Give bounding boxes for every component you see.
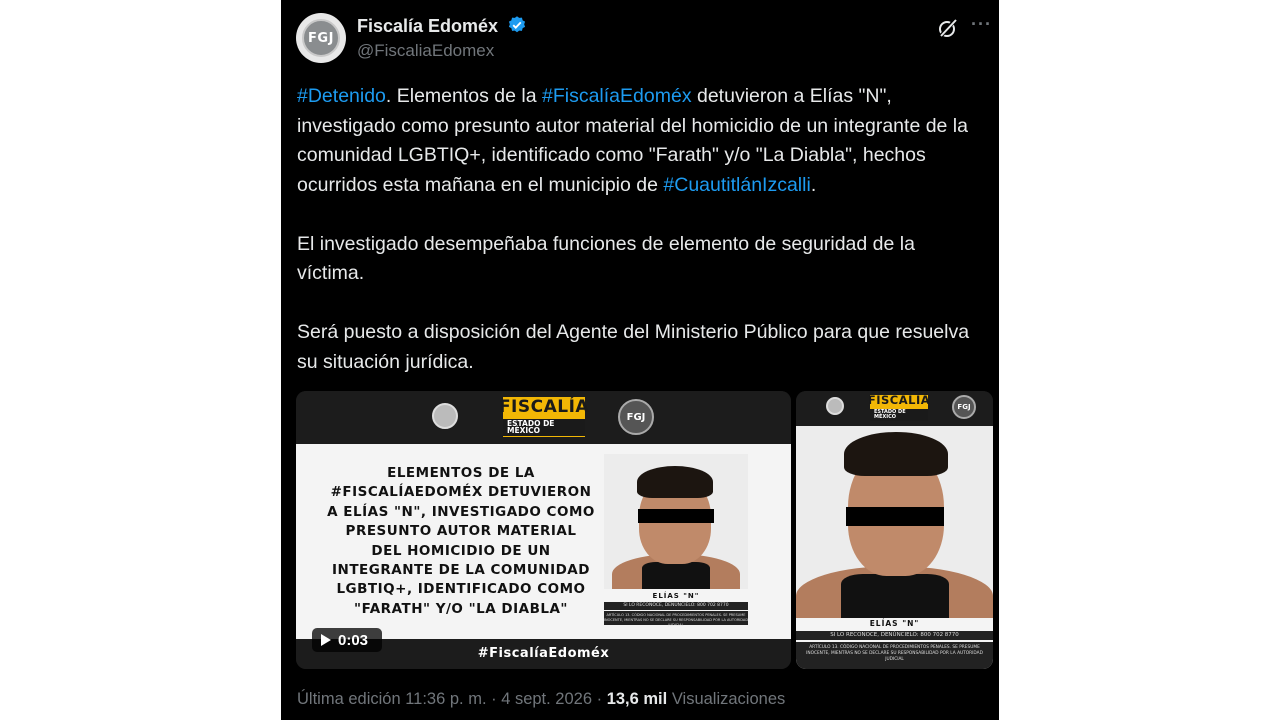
- headline-line: "FARATH" Y/O "LA DIABLA": [354, 600, 568, 617]
- avatar-logo: FGJ: [302, 19, 340, 57]
- video-play-button[interactable]: 0:03: [312, 628, 382, 652]
- headline-line: LGBTIQ+, IDENTIFICADO COMO: [336, 581, 586, 598]
- mugshot-photo: [796, 426, 993, 618]
- avatar[interactable]: FGJ: [296, 13, 346, 63]
- post-text-segment: . Elementos de la: [385, 85, 542, 107]
- play-icon[interactable]: [321, 634, 331, 646]
- brand-subtitle: ESTADO DE MÉXICO: [503, 418, 585, 436]
- media-header: FISCALÍA ESTADO DE MÉXICO FGJ: [796, 391, 993, 426]
- author-handle[interactable]: @FiscaliaEdomex: [357, 41, 494, 61]
- post-text: #Detenido. Elementos de la #FiscalíaEdom…: [297, 82, 987, 377]
- post-meta: Última edición 11:36 p. m. · 4 sept. 202…: [297, 690, 785, 709]
- headline-line: DEL HOMICIDIO DE UN: [371, 542, 551, 559]
- mugshot-photo: [604, 454, 748, 589]
- post-timestamp[interactable]: Última edición 11:36 p. m. · 4 sept. 202…: [297, 690, 607, 708]
- headline-line: #FISCALÍAEDOMÉX DETUVIERON: [330, 484, 592, 501]
- tweet-card[interactable]: FGJ Fiscalía Edoméx @FiscaliaEdomex ··· …: [281, 0, 999, 720]
- media-headline: ELEMENTOS DE LA #FISCALÍAEDOMÉX DETUVIER…: [316, 464, 606, 619]
- mugshot-legal: ARTÍCULO 13. CÓDIGO NACIONAL DE PROCEDIM…: [796, 642, 993, 669]
- mugshot-notice: SI LO RECONOCE, DENÚNCIELO: 800 702 8770: [796, 631, 993, 640]
- fgj-badge-icon: FGJ: [952, 395, 976, 419]
- brand-subtitle: ESTADO DE MÉXICO: [870, 408, 928, 421]
- hashtag-link[interactable]: #FiscalíaEdoméx: [542, 85, 692, 107]
- post-text-segment: .: [810, 173, 817, 196]
- views-label: Visualizaciones: [667, 690, 786, 708]
- post-paragraph-2: El investigado desempeñaba funciones de …: [297, 232, 915, 285]
- media-header: FISCALÍA ESTADO DE MÉXICO FGJ: [296, 391, 791, 444]
- fiscalia-logo: FISCALÍA ESTADO DE MÉXICO: [867, 393, 931, 421]
- media-card-body: ELEMENTOS DE LA #FISCALÍAEDOMÉX DETUVIER…: [296, 444, 791, 639]
- post-paragraph-3: Será puesto a disposición del Agente del…: [297, 321, 970, 373]
- mugshot-name: ELÍAS "N": [869, 619, 920, 628]
- author-name[interactable]: Fiscalía Edoméx: [357, 16, 498, 36]
- media-image[interactable]: FISCALÍA ESTADO DE MÉXICO FGJ ELÍAS "N" …: [796, 391, 993, 669]
- media-video[interactable]: FISCALÍA ESTADO DE MÉXICO FGJ ELEMENTOS …: [296, 391, 791, 669]
- mugshot-legal: ARTÍCULO 13. CÓDIGO NACIONAL DE PROCEDIM…: [604, 611, 749, 627]
- post-paragraph-1: #Detenido. Elementos de la #FiscalíaEdom…: [297, 82, 987, 200]
- more-icon[interactable]: ···: [971, 14, 992, 35]
- verified-badge-icon[interactable]: [507, 15, 527, 35]
- fgj-badge-icon: FGJ: [618, 399, 654, 435]
- state-seal-icon: [432, 403, 458, 429]
- brand-title: FISCALÍA: [498, 396, 590, 417]
- grok-icon[interactable]: [936, 16, 960, 40]
- mugshot-caption-area: ELÍAS "N" SI LO RECONOCE, DENÚNCIELO: 80…: [796, 618, 993, 669]
- fiscalia-logo: FISCALÍA ESTADO DE MÉXICO: [499, 397, 589, 437]
- headline-line: A ELÍAS "N", INVESTIGADO COMO: [327, 503, 595, 520]
- state-seal-icon: [826, 397, 844, 415]
- headline-line: ELEMENTOS DE LA: [387, 465, 535, 481]
- headline-line: INTEGRANTE DE LA COMUNIDAD: [332, 562, 590, 579]
- mugshot-notice: SI LO RECONOCE, DENÚNCIELO: 800 702 8770: [604, 602, 748, 610]
- mugshot-name: ELÍAS "N": [652, 592, 700, 600]
- video-duration: 0:03: [338, 631, 369, 649]
- headline-line: PRESUNTO AUTOR MATERIAL: [345, 523, 577, 540]
- brand-title: FISCALÍA: [867, 393, 931, 408]
- hashtag-link[interactable]: #CuautitlánIzcalli: [663, 174, 810, 196]
- hashtag-link[interactable]: #Detenido: [297, 85, 386, 107]
- views-count: 13,6 mil: [606, 690, 668, 708]
- author-name-row[interactable]: Fiscalía Edoméx: [357, 15, 527, 37]
